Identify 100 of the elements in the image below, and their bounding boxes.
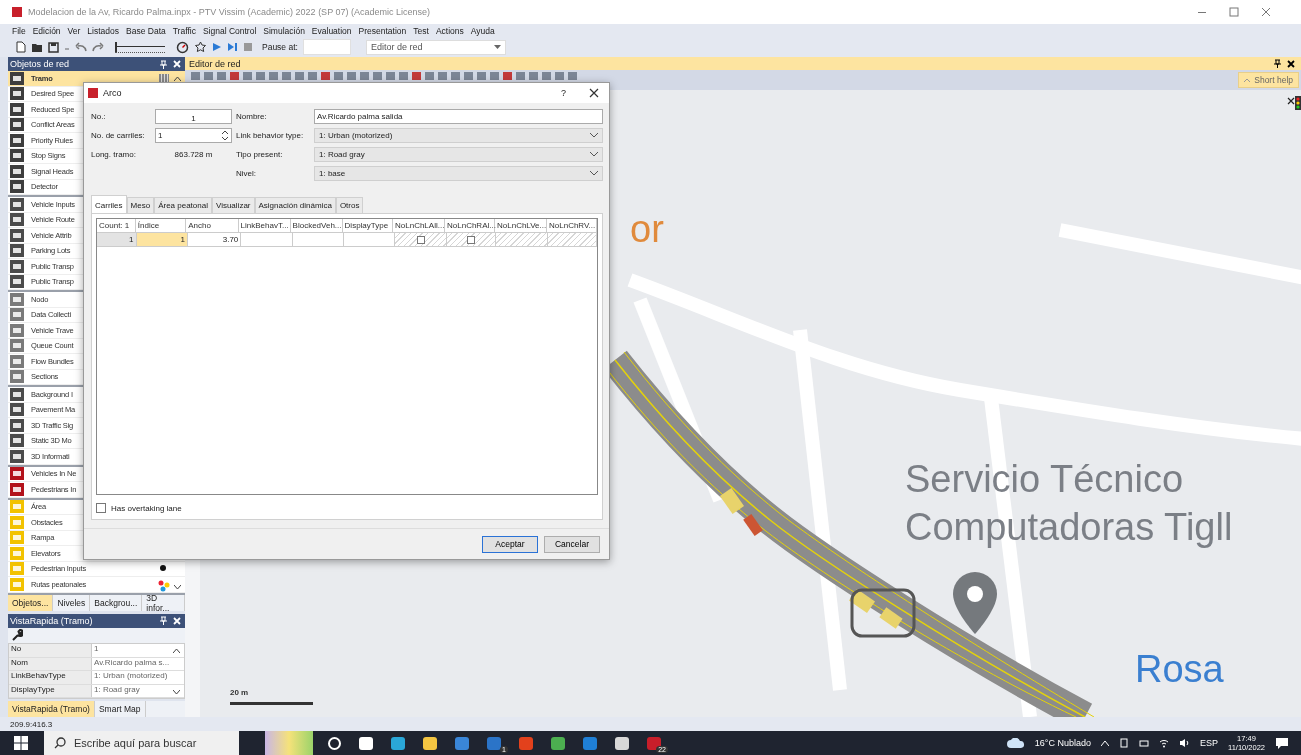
help-button[interactable]: ?	[561, 88, 566, 98]
column-header[interactable]: LinkBehavT...	[238, 219, 291, 233]
level-select[interactable]: 1: base	[314, 166, 603, 181]
menu-item[interactable]: Traffic	[172, 25, 196, 36]
display-type-select[interactable]: 1: Road gray	[314, 147, 603, 162]
panel-tab[interactable]: VistaRapida (Tramo)	[8, 701, 95, 717]
device-icon[interactable]	[1119, 738, 1129, 748]
property-value: 1	[93, 644, 99, 655]
number-field[interactable]: 1	[155, 109, 232, 124]
traffic-light-icon[interactable]	[1287, 96, 1301, 110]
property-value: Av.Ricardo palma s...	[93, 657, 170, 669]
maximize-icon[interactable]	[1229, 7, 1239, 17]
scroll-up-icon[interactable]	[173, 648, 180, 653]
menu-item[interactable]: File	[12, 25, 26, 36]
gauge-icon[interactable]	[176, 40, 189, 54]
column-header[interactable]: BlockedVeh...	[290, 219, 343, 233]
map-label: Rosa	[1135, 650, 1224, 688]
search-icon	[54, 737, 66, 749]
panel-title: VistaRapida (Tramo)	[10, 615, 93, 626]
object-type-icon	[10, 71, 24, 85]
table-cell[interactable]: 3.70	[187, 233, 242, 247]
chevron-up-icon[interactable]	[1101, 740, 1109, 746]
panel-tab[interactable]: Niveles	[53, 594, 91, 611]
speed-slider[interactable]	[115, 41, 165, 53]
start-icon[interactable]	[14, 736, 28, 750]
menu-item[interactable]: Presentation	[358, 25, 407, 36]
stop-icon[interactable]	[243, 42, 253, 52]
app-logo-icon	[12, 7, 22, 17]
step-icon[interactable]	[227, 42, 238, 52]
menu-item[interactable]: Ver	[67, 25, 81, 36]
row-header[interactable]: 1	[97, 233, 137, 247]
dialog-button[interactable]: Aceptar	[482, 535, 538, 553]
lanes-spinner[interactable]: 1	[155, 128, 232, 143]
notification-icon[interactable]	[1275, 737, 1289, 749]
language-indicator[interactable]: ESP	[1200, 738, 1218, 748]
checkbox[interactable]	[416, 235, 425, 244]
map-label: or	[630, 210, 664, 248]
table-cell[interactable]: 1	[136, 233, 188, 247]
scroll-up-icon[interactable]	[174, 76, 181, 81]
column-header[interactable]: DisplayType	[342, 219, 393, 233]
building-outline	[850, 588, 916, 638]
behavior-select[interactable]: 1: Urban (motorized)	[314, 128, 603, 143]
dialog-title: Arco	[103, 88, 122, 98]
map-label: Computadoras Tigll	[905, 508, 1233, 546]
play-icon[interactable]	[212, 42, 222, 52]
speaker-icon[interactable]	[1179, 738, 1190, 748]
battery-icon[interactable]	[1139, 738, 1149, 748]
menu-item[interactable]: Edición	[32, 25, 61, 36]
taskbar-search-field[interactable]: Escribe aquí para buscar	[44, 731, 239, 755]
close-icon[interactable]	[1287, 59, 1295, 68]
weather-text[interactable]: 16°C Nublado	[1034, 738, 1091, 748]
menu-item[interactable]: Ayuda	[470, 25, 495, 36]
name-field[interactable]: Av.Ricardo palma salida	[314, 109, 603, 124]
view-select[interactable]: Editor de red	[365, 39, 506, 55]
close-icon[interactable]	[589, 88, 599, 98]
property-name: No	[9, 644, 92, 657]
dialog-tab[interactable]: Meso	[126, 197, 155, 213]
scroll-down-icon[interactable]	[173, 690, 180, 695]
wifi-icon[interactable]	[1159, 738, 1169, 748]
colored-dots-icon	[157, 579, 171, 592]
menu-item[interactable]: Listados	[87, 25, 120, 36]
menu-item[interactable]: Simulación	[263, 25, 305, 36]
dialog-button[interactable]: Cancelar	[544, 535, 600, 553]
wrench-icon[interactable]	[11, 629, 23, 642]
pin-icon[interactable]	[1274, 59, 1281, 68]
dialog-tab[interactable]: Carriles	[91, 195, 127, 213]
pause-at-field[interactable]	[302, 39, 351, 55]
dialog-tab[interactable]: Visualizar	[211, 197, 255, 213]
undo-icon[interactable]	[75, 42, 87, 52]
table-cell[interactable]	[292, 233, 345, 247]
dropdown-arrow-icon	[493, 44, 501, 50]
checkbox[interactable]	[96, 503, 106, 513]
panel-title: Objetos de red	[10, 59, 70, 69]
field-label: Link behavior type:	[236, 131, 305, 140]
short-help-button[interactable]: Short help	[1238, 72, 1299, 88]
scroll-down-icon[interactable]	[174, 584, 181, 590]
column-header[interactable]: Ancho	[186, 219, 239, 233]
table-cell[interactable]	[241, 233, 293, 247]
scale-label: 20 m	[230, 688, 249, 697]
save-icon[interactable]	[48, 41, 59, 53]
dialog-tab[interactable]: Asignación dinámica	[254, 197, 336, 213]
dot-icon	[160, 564, 166, 571]
redo-icon[interactable]	[92, 42, 104, 52]
dialog-tab[interactable]: Otros	[335, 197, 364, 213]
dialog-tab[interactable]: Área peatonal	[154, 197, 212, 213]
editor-title: Editor de red	[189, 58, 241, 69]
new-file-icon[interactable]	[16, 41, 26, 53]
panel-tab[interactable]: Backgrou...	[90, 594, 143, 611]
field-label: Nombre:	[236, 112, 268, 121]
checkbox[interactable]	[467, 235, 475, 244]
field-label: No. de carriles:	[91, 131, 146, 140]
field-label: Nivel:	[236, 169, 257, 178]
menu-item[interactable]: Actions	[435, 25, 464, 36]
cloud-icon	[1006, 738, 1025, 748]
menu-item[interactable]: Base Data	[126, 25, 166, 36]
menu-item[interactable]: Test	[413, 25, 429, 36]
menu-item[interactable]: Evaluation	[311, 25, 352, 36]
folder-icon[interactable]	[31, 41, 43, 53]
menu-item[interactable]: Signal Control	[202, 25, 257, 36]
checkbox-label: Has overtaking lane	[111, 503, 182, 513]
